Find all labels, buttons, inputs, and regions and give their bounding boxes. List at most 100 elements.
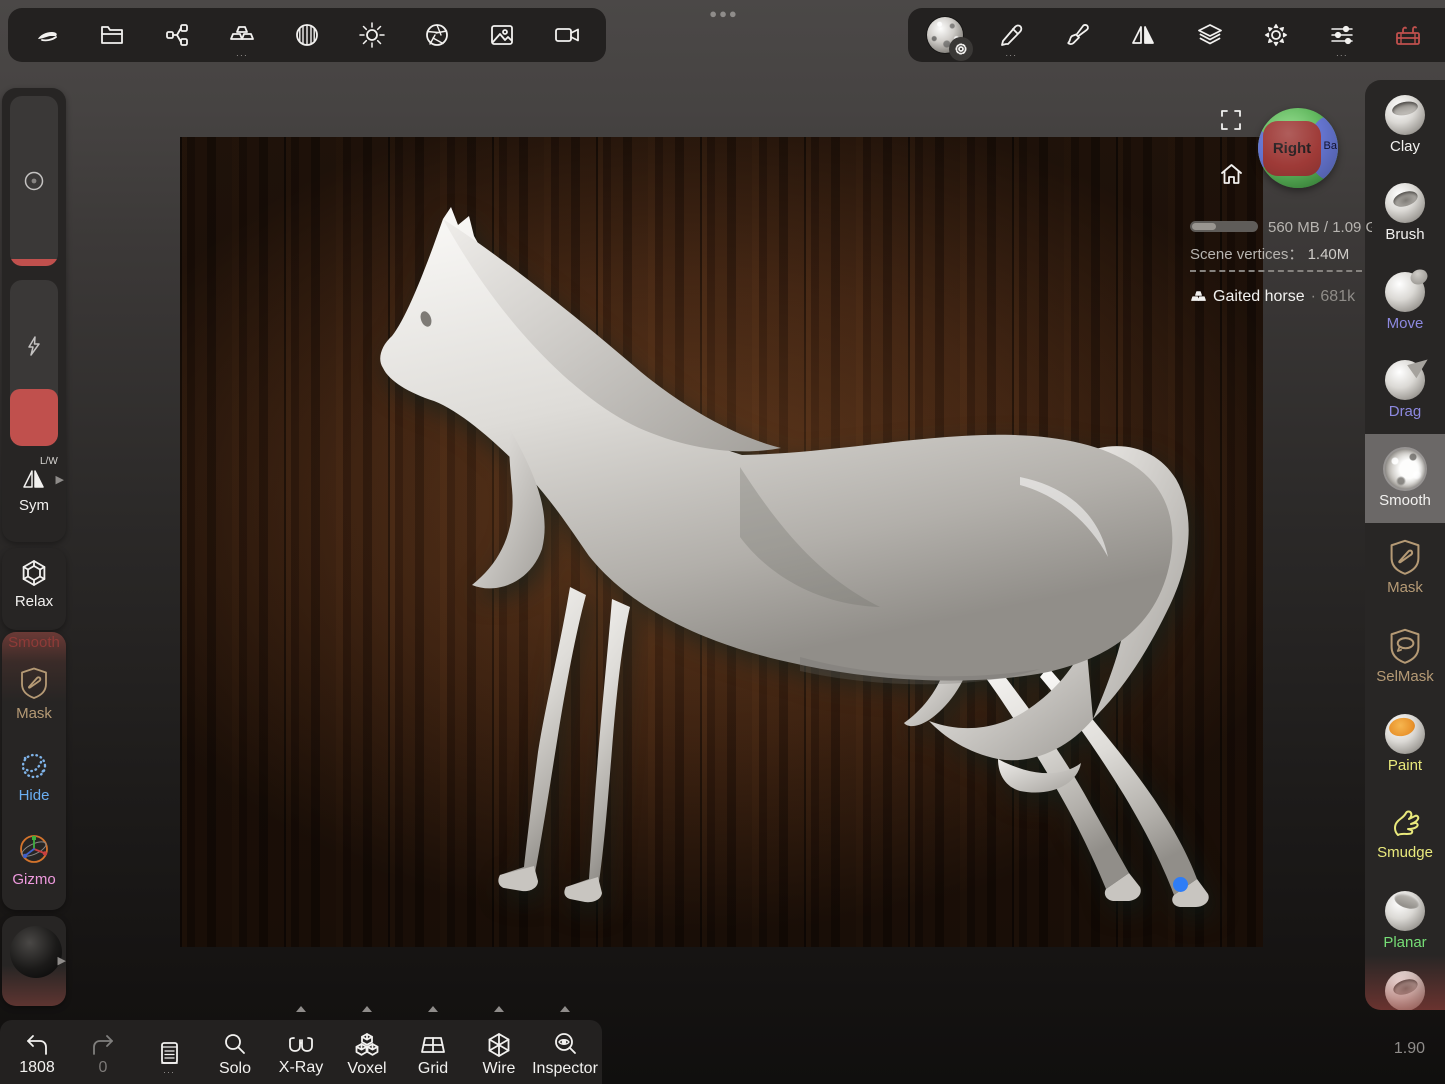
masking-panel: Smooth Mask Hide Gizmo: [2, 632, 66, 910]
tool-smooth[interactable]: Smooth: [1365, 434, 1445, 523]
gizmo-label: Gizmo: [2, 871, 66, 888]
pencil-icon[interactable]: ···: [985, 9, 1037, 61]
wire-button[interactable]: Wire: [468, 1020, 530, 1084]
object-name: Gaited horse: [1213, 288, 1305, 306]
redo-count: 0: [99, 1060, 108, 1076]
settings-gear-icon[interactable]: [1250, 9, 1302, 61]
scene-vertices-row: Scene vertices： 1.40M: [1190, 243, 1349, 264]
zoom-scale-value: 1.90: [1335, 1040, 1425, 1058]
tool-partial-next[interactable]: [1365, 965, 1445, 1010]
material-expand-arrow[interactable]: ▶: [58, 954, 66, 967]
filters-sliders-icon[interactable]: ···: [1316, 9, 1368, 61]
toolbar-drag-handle[interactable]: ●●●: [697, 6, 751, 21]
redo-button[interactable]: 0: [72, 1020, 134, 1084]
tool-drag[interactable]: Drag: [1365, 346, 1445, 435]
history-button[interactable]: ···: [138, 1020, 200, 1084]
grid-expand-caret[interactable]: [428, 1006, 438, 1012]
tool-move[interactable]: Move: [1365, 257, 1445, 346]
grid-button[interactable]: Grid: [402, 1020, 464, 1084]
mask-left-label: Mask: [2, 705, 66, 722]
memory-usage-bar: [1190, 221, 1258, 232]
sym-button[interactable]: Sym: [2, 466, 66, 514]
tool-selmask[interactable]: SelMask: [1365, 611, 1445, 700]
nomad-logo-icon[interactable]: [21, 9, 73, 61]
inspector-expand-caret[interactable]: [560, 1006, 570, 1012]
tool-paint[interactable]: Paint: [1365, 700, 1445, 789]
sym-label: Sym: [2, 497, 66, 514]
tool-planar[interactable]: Planar: [1365, 877, 1445, 966]
camera-icon[interactable]: [541, 9, 593, 61]
tool-clay[interactable]: Clay: [1365, 80, 1445, 169]
partial-tool-icon: [1385, 971, 1425, 1010]
material-paint-icon[interactable]: [1051, 9, 1103, 61]
brush-tool-icon: [1385, 183, 1425, 223]
pencil-overflow-dots: ···: [1005, 51, 1017, 60]
relax-panel: Relax: [2, 548, 66, 630]
xray-expand-caret[interactable]: [296, 1006, 306, 1012]
radius-slider-fill: [10, 259, 58, 266]
intensity-slider[interactable]: [10, 280, 58, 446]
move-tool-icon: [1385, 272, 1425, 312]
object-list-item[interactable]: Gaited horse · 681k: [1190, 288, 1355, 306]
material-preview-sphere[interactable]: [10, 926, 62, 978]
scene-vertices-value: 1.40M: [1308, 246, 1350, 263]
wire-expand-caret[interactable]: [494, 1006, 504, 1012]
hide-button[interactable]: Hide: [2, 750, 66, 804]
postprocess-icon[interactable]: [411, 9, 463, 61]
relax-label: Relax: [2, 593, 66, 610]
gizmo-button[interactable]: Gizmo: [2, 832, 66, 888]
memory-usage-fill: [1192, 223, 1216, 230]
undo-count: 1808: [19, 1060, 55, 1076]
top-left-toolbar: ···: [8, 8, 606, 62]
planar-tool-icon: [1385, 891, 1425, 931]
hide-label: Hide: [2, 787, 66, 804]
voxel-button[interactable]: Voxel: [336, 1020, 398, 1084]
undo-button[interactable]: 1808: [6, 1020, 68, 1084]
stroke-alpha-icon[interactable]: [919, 9, 971, 61]
paint-tool-icon: [1385, 714, 1425, 754]
background-icon[interactable]: [476, 9, 528, 61]
inspector-button[interactable]: Inspector: [534, 1020, 596, 1084]
filters-overflow-dots: ···: [1336, 51, 1348, 60]
toolbox-icon[interactable]: [1382, 9, 1434, 61]
lighting-icon[interactable]: [346, 9, 398, 61]
material-icon[interactable]: [281, 9, 333, 61]
object-count: · 681k: [1311, 288, 1355, 306]
selmask-tool-icon: [1387, 627, 1423, 665]
alpha-settings-gear-icon: [949, 37, 973, 61]
stroke-settings-panel: L/W ▶ Sym: [2, 88, 66, 542]
memory-usage-text: 560 MB / 1.09 G: [1268, 219, 1372, 236]
bottom-toolbar: 1808 0 ··· Solo X-Ray Voxel Grid Wire In…: [0, 1020, 602, 1084]
fullscreen-button[interactable]: [1219, 108, 1243, 137]
material-preview-panel: ▶: [2, 916, 66, 1006]
info-separator: [1190, 270, 1362, 272]
home-view-button[interactable]: [1218, 161, 1245, 193]
radius-slider[interactable]: [10, 96, 58, 266]
tool-brush[interactable]: Brush: [1365, 169, 1445, 258]
top-right-toolbar: ··· ···: [908, 8, 1445, 62]
mesh-object-icon: [1190, 290, 1207, 305]
sculpt-viewport[interactable]: [180, 137, 1263, 947]
topology-icon[interactable]: ···: [216, 9, 268, 61]
smudge-tool-icon: [1386, 805, 1424, 841]
history-overflow-dots: ···: [163, 1068, 175, 1077]
voxel-expand-caret[interactable]: [362, 1006, 372, 1012]
mask-left-button[interactable]: Mask: [2, 666, 66, 722]
scene-graph-icon[interactable]: [151, 9, 203, 61]
tool-mask[interactable]: Mask: [1365, 523, 1445, 612]
orientation-gizmo[interactable]: Right Ba: [1258, 108, 1338, 188]
scene-vertices-label: Scene vertices：: [1190, 246, 1303, 263]
layers-icon[interactable]: [1184, 9, 1236, 61]
solo-button[interactable]: Solo: [204, 1020, 266, 1084]
drag-tool-icon: [1385, 360, 1425, 400]
nomad-sculpt-app: { "ui": { "overflow_dots": "···", "drag_…: [0, 0, 1445, 1084]
intensity-slider-fill: [10, 389, 58, 446]
smooth-tool-icon: [1385, 449, 1425, 489]
symmetry-icon[interactable]: [1117, 9, 1169, 61]
tool-smudge[interactable]: Smudge: [1365, 788, 1445, 877]
relax-button[interactable]: Relax: [2, 558, 66, 610]
files-icon[interactable]: [86, 9, 138, 61]
mask-tool-icon: [1387, 538, 1423, 576]
xray-button[interactable]: X-Ray: [270, 1020, 332, 1084]
clay-tool-icon: [1385, 95, 1425, 135]
